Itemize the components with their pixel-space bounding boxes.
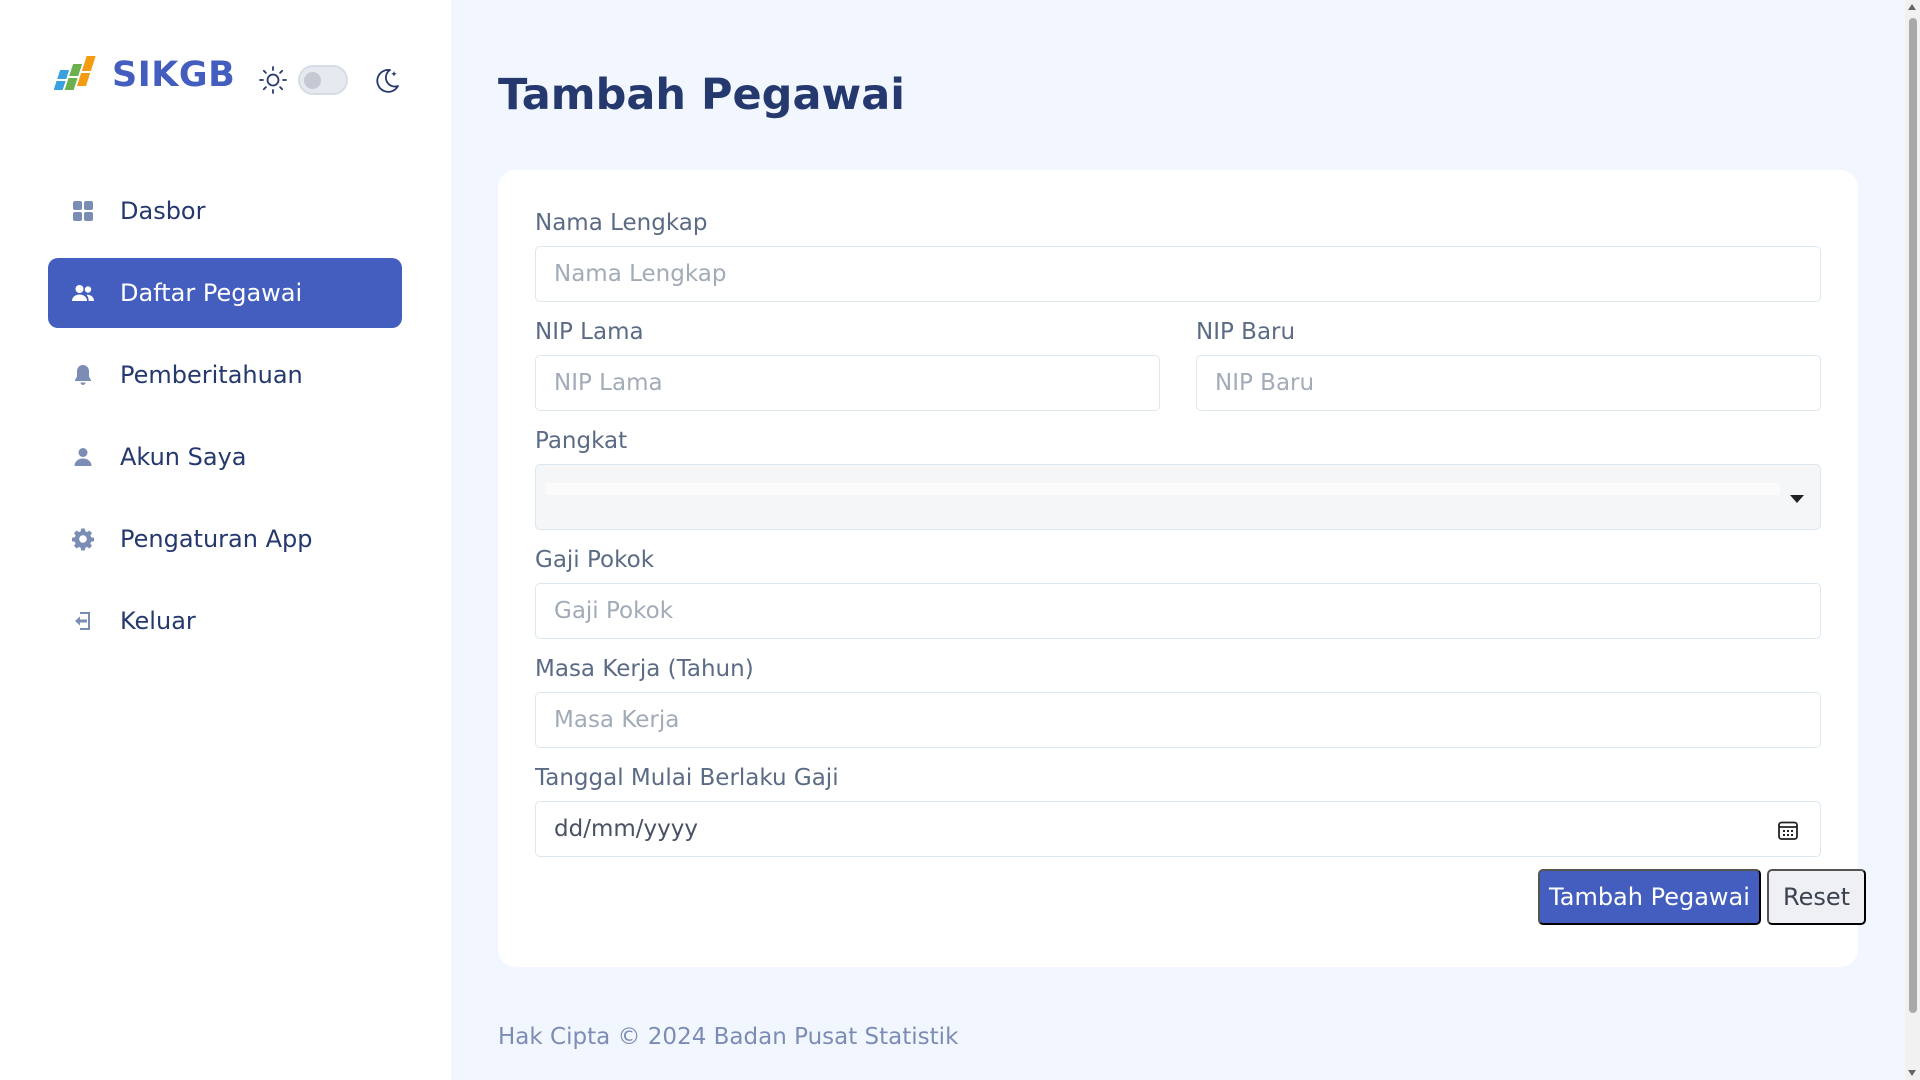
- tanggal-input[interactable]: dd/mm/yyyy: [535, 801, 1821, 857]
- nip-baru-field: NIP Baru NIP Baru: [1196, 319, 1821, 411]
- masa-kerja-input[interactable]: Masa Kerja: [535, 692, 1821, 748]
- page-scrollbar[interactable]: [1905, 0, 1920, 1080]
- bps-logo-icon: [54, 56, 96, 90]
- sidebar-item-akun-saya[interactable]: Akun Saya: [48, 422, 402, 492]
- sidebar-item-daftar-pegawai[interactable]: Daftar Pegawai: [48, 258, 402, 328]
- pangkat-label: Pangkat: [535, 428, 628, 454]
- nip-baru-input[interactable]: NIP Baru: [1196, 355, 1821, 411]
- form-card: Nama Lengkap Nama Lengkap NIP Lama NIP L…: [498, 170, 1866, 967]
- caret-down-icon: [1790, 495, 1804, 503]
- sidebar-item-label: Pemberitahuan: [120, 361, 303, 389]
- brand[interactable]: SIKGB: [54, 52, 235, 98]
- nama-label: Nama Lengkap: [535, 210, 708, 236]
- toggle-knob: [304, 72, 321, 89]
- dark-mode-toggle[interactable]: [298, 65, 348, 95]
- nama-input[interactable]: Nama Lengkap: [535, 246, 1821, 302]
- sidebar: SIKGB Dasbor Daftar Pegawai Pemberitahua…: [0, 0, 451, 1080]
- reset-button[interactable]: Reset: [1767, 869, 1866, 925]
- pangkat-select-value: [546, 483, 1780, 495]
- masa-kerja-field: Masa Kerja (Tahun) Masa Kerja: [535, 656, 1821, 748]
- sun-icon: [259, 66, 287, 94]
- sidebar-item-pemberitahuan[interactable]: Pemberitahuan: [48, 340, 402, 410]
- main-content: Tambah Pegawai Nama Lengkap Nama Lengkap…: [451, 0, 1905, 1080]
- pangkat-field: Pangkat: [535, 428, 1821, 530]
- nip-lama-field: NIP Lama NIP Lama: [535, 319, 1160, 411]
- sidebar-item-label: Akun Saya: [120, 443, 247, 471]
- scroll-up-icon[interactable]: [1908, 4, 1916, 10]
- gaji-input[interactable]: Gaji Pokok: [535, 583, 1821, 639]
- sidebar-item-label: Pengaturan App: [120, 525, 313, 553]
- calendar-icon[interactable]: [1776, 818, 1800, 842]
- scrollbar-thumb[interactable]: [1909, 18, 1917, 1013]
- moon-icon: [376, 69, 399, 93]
- sidebar-item-pengaturan-app[interactable]: Pengaturan App: [48, 504, 402, 574]
- nip-lama-label: NIP Lama: [535, 319, 644, 345]
- theme-switcher: [258, 62, 402, 98]
- sidebar-item-label: Dasbor: [120, 197, 206, 225]
- bell-icon: [70, 362, 96, 388]
- tambah-pegawai-button[interactable]: Tambah Pegawai: [1538, 869, 1761, 925]
- pangkat-select[interactable]: [535, 464, 1821, 530]
- sidebar-item-label: Daftar Pegawai: [120, 279, 303, 307]
- masa-kerja-label: Masa Kerja (Tahun): [535, 656, 754, 682]
- tanggal-field: Tanggal Mulai Berlaku Gaji dd/mm/yyyy: [535, 765, 1821, 857]
- gaji-field: Gaji Pokok Gaji Pokok: [535, 547, 1821, 639]
- sidebar-item-label: Keluar: [120, 607, 196, 635]
- gear-icon: [70, 526, 96, 552]
- sidebar-item-dasbor[interactable]: Dasbor: [48, 176, 402, 246]
- page-title: Tambah Pegawai: [498, 70, 905, 120]
- sidebar-item-keluar[interactable]: Keluar: [48, 586, 402, 656]
- scroll-down-icon[interactable]: [1908, 1070, 1916, 1076]
- grid-icon: [70, 198, 96, 224]
- nip-lama-input[interactable]: NIP Lama: [535, 355, 1160, 411]
- nip-baru-label: NIP Baru: [1196, 319, 1296, 345]
- user-icon: [70, 444, 96, 470]
- gaji-label: Gaji Pokok: [535, 547, 655, 573]
- footer-copyright: Hak Cipta © 2024 Badan Pusat Statistik: [498, 1024, 959, 1050]
- users-icon: [70, 280, 96, 306]
- sidebar-menu: Dasbor Daftar Pegawai Pemberitahuan Akun…: [48, 176, 402, 668]
- tanggal-label: Tanggal Mulai Berlaku Gaji: [535, 765, 839, 791]
- tanggal-value: dd/mm/yyyy: [554, 816, 698, 842]
- logout-icon: [70, 608, 96, 634]
- brand-name: SIKGB: [112, 55, 236, 95]
- nama-field: Nama Lengkap Nama Lengkap: [535, 210, 1821, 302]
